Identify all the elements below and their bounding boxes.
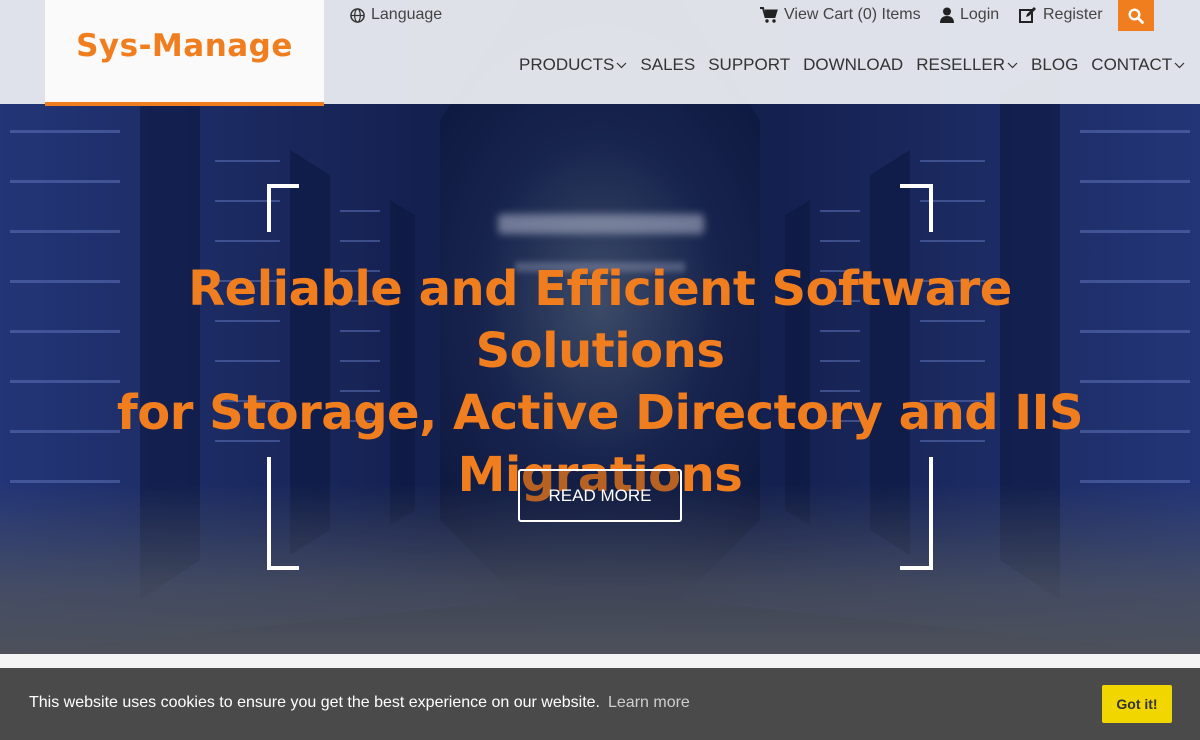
hero-headline-line: Reliable and Efficient Software Solution… <box>188 261 1012 379</box>
register-link[interactable]: Register <box>1019 5 1103 25</box>
login-label: Login <box>960 6 1000 23</box>
nav-item-label: PRODUCTS <box>519 55 615 74</box>
edit-icon <box>1019 7 1036 23</box>
language-label: Language <box>371 6 443 23</box>
nav-item-products[interactable]: PRODUCTS <box>519 55 627 75</box>
view-cart-link[interactable]: View Cart (0) Items <box>760 5 921 25</box>
nav-item-blog[interactable]: BLOG <box>1031 55 1078 75</box>
cookie-message: This website uses cookies to ensure you … <box>29 694 600 711</box>
chevron-down-icon <box>616 62 627 68</box>
view-cart-label: View Cart (0) Items <box>784 6 921 23</box>
frame-corner-top-left <box>267 184 299 232</box>
search-icon <box>1128 7 1144 24</box>
chevron-down-icon <box>1174 62 1185 68</box>
language-selector[interactable]: Language <box>350 5 442 25</box>
nav-item-support[interactable]: SUPPORT <box>708 55 790 75</box>
nav-item-label: SUPPORT <box>708 55 791 74</box>
learn-more-link[interactable]: Learn more <box>608 694 690 712</box>
chevron-down-icon <box>1007 62 1018 68</box>
accept-cookies-button[interactable]: Got it! <box>1102 685 1172 723</box>
hero-headline-line: for Storage, Active Directory and IIS <box>116 385 1084 441</box>
logo-link[interactable]: Sys-Manage <box>45 0 324 106</box>
nav-item-label: RESELLER <box>916 55 1006 74</box>
nav-item-label: DOWNLOAD <box>803 55 904 74</box>
nav-item-contact[interactable]: CONTACT <box>1091 55 1185 75</box>
site-header: Sys-Manage Language View Cart (0) Items … <box>0 0 1200 106</box>
content-strip <box>0 654 1200 668</box>
nav-item-label: SALES <box>640 55 696 74</box>
read-more-button[interactable]: READ MORE <box>518 469 682 522</box>
user-icon <box>940 7 954 23</box>
nav-item-reseller[interactable]: RESELLER <box>916 55 1018 75</box>
cart-icon <box>760 7 778 23</box>
search-button[interactable] <box>1118 0 1154 31</box>
globe-icon <box>350 7 365 23</box>
logo: Sys-Manage <box>76 28 293 64</box>
nav-item-sales[interactable]: SALES <box>640 55 695 75</box>
register-label: Register <box>1043 6 1103 23</box>
nav-item-download[interactable]: DOWNLOAD <box>803 55 903 75</box>
login-link[interactable]: Login <box>940 5 999 25</box>
frame-corner-top-right <box>900 184 933 232</box>
nav-item-label: CONTACT <box>1091 55 1173 74</box>
nav-item-label: BLOG <box>1031 55 1079 74</box>
cookie-consent-bar: This website uses cookies to ensure you … <box>0 668 1200 740</box>
main-nav: PRODUCTS SALES SUPPORT DOWNLOAD RESELLER… <box>519 54 1185 76</box>
